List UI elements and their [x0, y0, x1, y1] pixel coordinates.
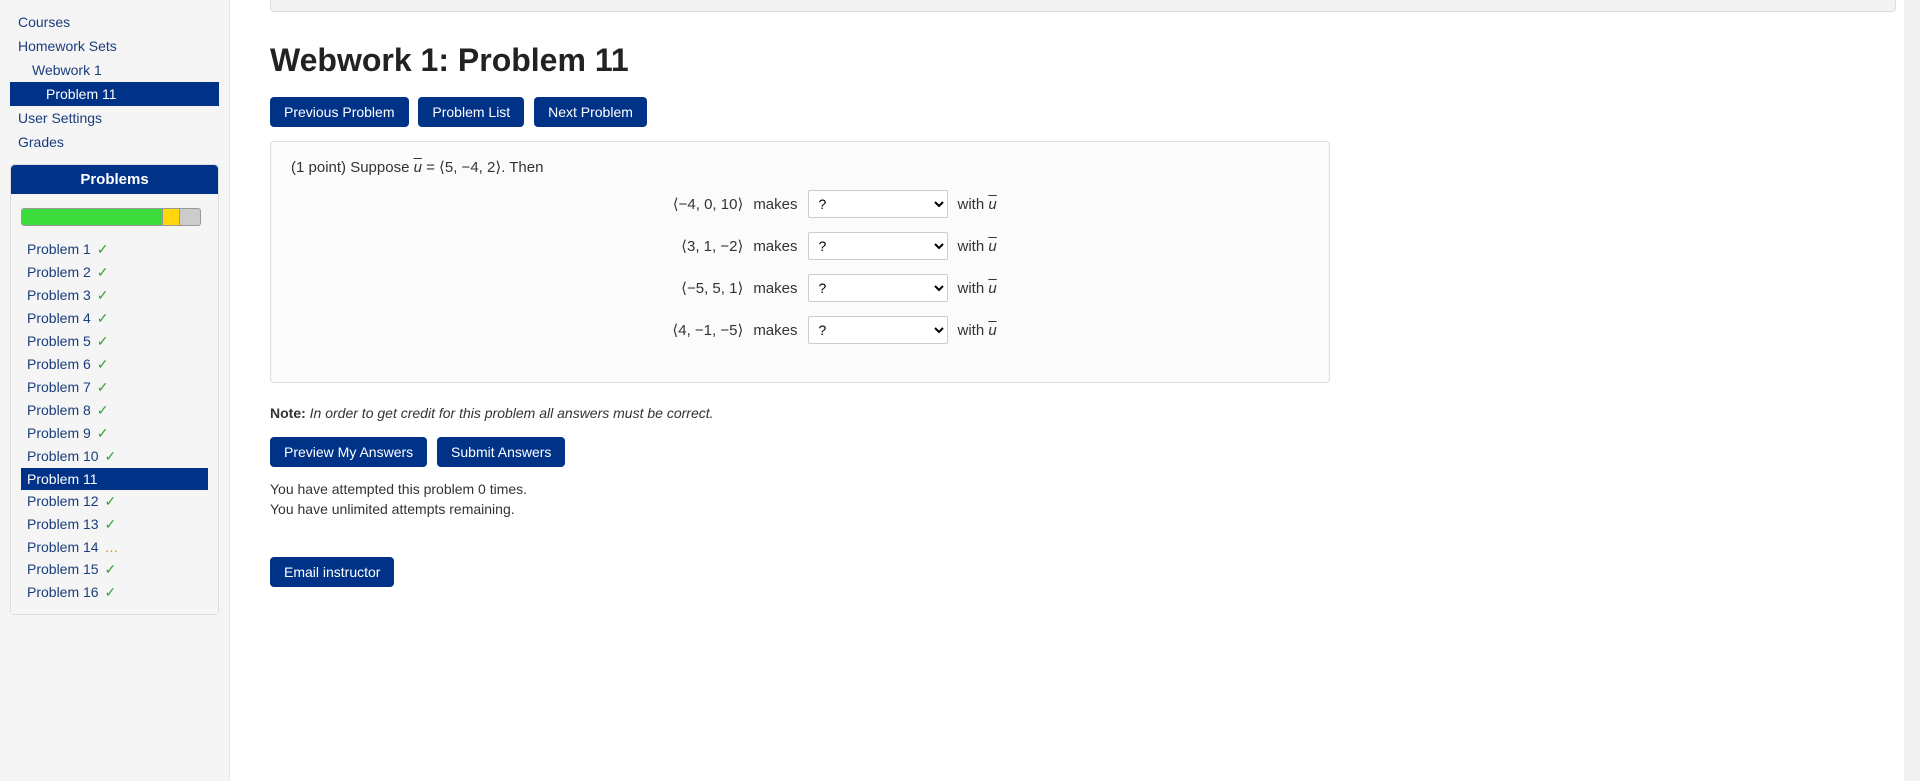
remaining-line: You have unlimited attempts remaining.	[270, 501, 1896, 517]
nav-link-webwork-1[interactable]: Webwork 1	[10, 58, 219, 82]
angle-select-3[interactable]: ?	[808, 274, 948, 302]
problem-link-11[interactable]: Problem 11	[21, 468, 208, 490]
u-symbol: u	[414, 159, 422, 176]
top-bar	[270, 0, 1896, 12]
with-text: with u	[958, 280, 997, 297]
check-icon: ✓	[93, 425, 109, 441]
u-symbol: u	[988, 322, 996, 339]
nav-link-courses[interactable]: Courses	[10, 10, 219, 34]
angle-select-2[interactable]: ?	[808, 232, 948, 260]
nav-link-user-settings[interactable]: User Settings	[10, 106, 219, 130]
u-vector: ⟨5, −4, 2⟩	[439, 159, 501, 176]
vector-row-4: ⟨4, −1, −5⟩ makes? with u	[291, 316, 1309, 344]
problem-link-14[interactable]: Problem 14 …	[21, 536, 208, 558]
vector-row-3: ⟨−5, 5, 1⟩ makes? with u	[291, 274, 1309, 302]
vector-row-1: ⟨−4, 0, 10⟩ makes? with u	[291, 190, 1309, 218]
problem-link-8[interactable]: Problem 8 ✓	[21, 399, 208, 422]
makes-text: makes	[753, 280, 797, 297]
problem-link-15[interactable]: Problem 15 ✓	[21, 558, 208, 581]
then-text: . Then	[501, 159, 543, 176]
status-lines: You have attempted this problem 0 times.…	[270, 481, 1896, 517]
vector-rows: ⟨−4, 0, 10⟩ makes?with u⟨3, 1, −2⟩ makes…	[291, 190, 1309, 344]
progress-remaining	[180, 209, 200, 225]
check-icon: ✓	[93, 356, 109, 372]
scrollbar-track[interactable]	[1904, 0, 1920, 781]
problem-list: Problem 1 ✓Problem 2 ✓Problem 3 ✓Problem…	[21, 238, 208, 604]
makes-text: makes	[753, 238, 797, 255]
check-icon: ✓	[101, 448, 117, 464]
vector-text: ⟨3, 1, −2⟩	[603, 237, 743, 255]
progress-bar	[21, 208, 201, 226]
vector-text: ⟨−4, 0, 10⟩	[603, 195, 743, 213]
vector-text: ⟨4, −1, −5⟩	[603, 321, 743, 339]
problem-statement: (1 point) Suppose u = ⟨5, −4, 2⟩. Then	[291, 158, 1309, 176]
problem-link-13[interactable]: Problem 13 ✓	[21, 513, 208, 536]
progress-correct	[22, 209, 162, 225]
problem-nav-buttons: Previous Problem Problem List Next Probl…	[270, 97, 1896, 127]
nav-link-homework-sets[interactable]: Homework Sets	[10, 34, 219, 58]
problem-link-9[interactable]: Problem 9 ✓	[21, 422, 208, 445]
makes-text: makes	[753, 196, 797, 213]
note: Note: In order to get credit for this pr…	[270, 405, 1896, 421]
equals-text: =	[422, 159, 439, 176]
nav-link-grades[interactable]: Grades	[10, 130, 219, 154]
answer-buttons: Preview My Answers Submit Answers	[270, 437, 1896, 467]
vector-text: ⟨−5, 5, 1⟩	[603, 279, 743, 297]
preview-answers-button[interactable]: Preview My Answers	[270, 437, 427, 467]
check-icon: ✓	[93, 241, 109, 257]
check-icon: ✓	[101, 561, 117, 577]
problems-panel: Problems Problem 1 ✓Problem 2 ✓Problem 3…	[10, 164, 219, 615]
problem-link-6[interactable]: Problem 6 ✓	[21, 353, 208, 376]
angle-select-4[interactable]: ?	[808, 316, 948, 344]
problem-link-1[interactable]: Problem 1 ✓	[21, 238, 208, 261]
with-text: with u	[958, 238, 997, 255]
check-icon: ✓	[101, 493, 117, 509]
next-problem-button[interactable]: Next Problem	[534, 97, 647, 127]
with-text: with u	[958, 196, 997, 213]
progress-partial	[162, 209, 180, 225]
check-icon: ✓	[93, 379, 109, 395]
problem-link-7[interactable]: Problem 7 ✓	[21, 376, 208, 399]
check-icon: ✓	[93, 264, 109, 280]
check-icon: ✓	[101, 584, 117, 600]
main-nav: CoursesHomework SetsWebwork 1Problem 11U…	[10, 10, 219, 154]
angle-select-1[interactable]: ?	[808, 190, 948, 218]
previous-problem-button[interactable]: Previous Problem	[270, 97, 409, 127]
vector-row-2: ⟨3, 1, −2⟩ makes? with u	[291, 232, 1309, 260]
attempts-line: You have attempted this problem 0 times.	[270, 481, 1896, 497]
makes-text: makes	[753, 322, 797, 339]
problem-link-5[interactable]: Problem 5 ✓	[21, 330, 208, 353]
u-symbol: u	[988, 280, 996, 297]
with-text: with u	[958, 322, 997, 339]
problem-link-10[interactable]: Problem 10 ✓	[21, 445, 208, 468]
main-content: Webwork 1: Problem 11 Previous Problem P…	[230, 0, 1920, 781]
note-body: In order to get credit for this problem …	[310, 405, 714, 421]
problem-link-12[interactable]: Problem 12 ✓	[21, 490, 208, 513]
note-label: Note:	[270, 405, 306, 421]
check-icon: ✓	[93, 287, 109, 303]
sidebar: CoursesHomework SetsWebwork 1Problem 11U…	[0, 0, 230, 781]
problem-link-16[interactable]: Problem 16 ✓	[21, 581, 208, 604]
problem-list-button[interactable]: Problem List	[418, 97, 524, 127]
problem-link-2[interactable]: Problem 2 ✓	[21, 261, 208, 284]
ellipsis-icon: …	[101, 539, 119, 555]
problem-box: (1 point) Suppose u = ⟨5, −4, 2⟩. Then ⟨…	[270, 141, 1330, 383]
submit-answers-button[interactable]: Submit Answers	[437, 437, 565, 467]
check-icon: ✓	[93, 310, 109, 326]
u-symbol: u	[988, 238, 996, 255]
problem-link-3[interactable]: Problem 3 ✓	[21, 284, 208, 307]
email-instructor-button[interactable]: Email instructor	[270, 557, 394, 587]
check-icon: ✓	[93, 333, 109, 349]
page-title: Webwork 1: Problem 11	[270, 42, 1896, 79]
problem-link-4[interactable]: Problem 4 ✓	[21, 307, 208, 330]
points-prefix: (1 point) Suppose	[291, 159, 414, 176]
problems-heading: Problems	[11, 165, 218, 194]
nav-link-problem-11[interactable]: Problem 11	[10, 82, 219, 106]
check-icon: ✓	[101, 516, 117, 532]
check-icon: ✓	[93, 402, 109, 418]
u-symbol: u	[988, 196, 996, 213]
